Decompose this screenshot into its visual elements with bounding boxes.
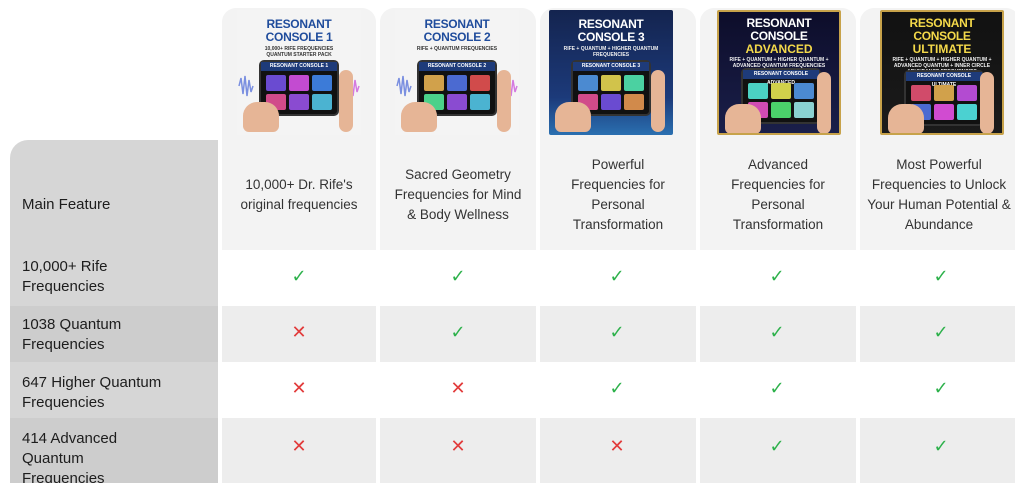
product-subtitle: RIFE + QUANTUM FREQUENCIES: [416, 46, 498, 52]
product-subtitle: 10,000+ RIFE FREQUENCIES QUANTUM STARTER…: [264, 46, 334, 58]
hand-icon: [888, 104, 924, 133]
check-icon: ✓: [933, 378, 949, 398]
check-icon: ✓: [291, 266, 307, 286]
hand-icon: [651, 70, 665, 132]
product-title-variant: ADVANCED: [745, 42, 813, 56]
product-title-variant: ULTIMATE: [912, 42, 972, 56]
cross-icon: ✕: [291, 378, 307, 398]
hand-icon: [980, 72, 994, 133]
product-image-console-advanced: RESONANT CONSOLE ADVANCED RIFE + QUANTUM…: [717, 10, 841, 135]
sound-wave-icon: [238, 75, 254, 97]
product-image-console-2: RESONANT CONSOLE 2 RIFE + QUANTUM FREQUE…: [395, 10, 519, 135]
product-image-console-ultimate: RESONANT CONSOLE ULTIMATE RIFE + QUANTUM…: [880, 10, 1004, 135]
check-icon: ✓: [933, 436, 949, 456]
cross-icon: ✕: [291, 436, 307, 456]
feature-text-console-2: Sacred Geometry Frequencies for Mind & B…: [394, 167, 522, 222]
tablet-screen-title: RESONANT CONSOLE 1: [261, 62, 337, 71]
hand-icon: [401, 102, 437, 132]
feature-text-console-3: Powerful Frequencies for Personal Transf…: [571, 157, 665, 232]
hand-icon: [725, 104, 761, 133]
row-label-4: 414 Advanced Quantum Frequencies: [22, 430, 118, 483]
check-icon: ✓: [609, 378, 625, 398]
feature-text-console-advanced: Advanced Frequencies for Personal Transf…: [731, 157, 825, 232]
feature-text-console-ultimate: Most Powerful Frequencies to Unlock Your…: [867, 157, 1011, 232]
check-icon: ✓: [769, 322, 785, 342]
comparison-table: Main Feature 10,000+ Rife Frequencies 10…: [0, 0, 1015, 483]
product-title: RESONANT CONSOLE 2: [423, 17, 491, 44]
hand-icon: [243, 102, 279, 132]
cross-icon: ✕: [450, 436, 466, 456]
check-icon: ✓: [769, 436, 785, 456]
row-label-1: 10,000+ Rife Frequencies: [22, 258, 108, 295]
hand-icon: [497, 70, 511, 132]
hand-icon: [555, 102, 591, 132]
hand-icon: [817, 72, 831, 133]
product-title: RESONANT CONSOLE: [746, 16, 812, 43]
cross-icon: ✕: [291, 322, 307, 342]
sound-wave-icon: [396, 75, 412, 97]
cross-icon: ✕: [450, 378, 466, 398]
check-icon: ✓: [609, 266, 625, 286]
row-label-3: 647 Higher Quantum Frequencies: [22, 374, 162, 411]
feature-text-console-1: 10,000+ Dr. Rife's original frequencies: [240, 177, 358, 212]
check-icon: ✓: [769, 378, 785, 398]
check-icon: ✓: [933, 322, 949, 342]
product-subtitle: RIFE + QUANTUM + HIGHER QUANTUM FREQUENC…: [563, 46, 659, 58]
tablet-screen-title: RESONANT CONSOLE 3: [573, 62, 649, 71]
tablet-screen-title: RESONANT CONSOLE ULTIMATE: [906, 72, 982, 88]
product-title: RESONANT CONSOLE: [909, 16, 975, 43]
check-icon: ✓: [769, 266, 785, 286]
cross-icon: ✕: [609, 436, 625, 456]
tablet-screen-title: RESONANT CONSOLE ADVANCED: [743, 70, 819, 86]
main-feature-label: Main Feature: [22, 196, 111, 213]
product-image-console-1: RESONANT CONSOLE 1 10,000+ RIFE FREQUENC…: [237, 10, 361, 135]
product-title: RESONANT CONSOLE 1: [265, 17, 333, 44]
check-icon: ✓: [450, 266, 466, 286]
tablet-screen-title: RESONANT CONSOLE 2: [419, 62, 495, 71]
product-title: RESONANT CONSOLE 3: [577, 17, 645, 44]
check-icon: ✓: [450, 322, 466, 342]
product-image-console-3: RESONANT CONSOLE 3 RIFE + QUANTUM + HIGH…: [549, 10, 673, 135]
row-label-2: 1038 Quantum Frequencies: [22, 316, 122, 353]
check-icon: ✓: [933, 266, 949, 286]
check-icon: ✓: [609, 322, 625, 342]
hand-icon: [339, 70, 353, 132]
